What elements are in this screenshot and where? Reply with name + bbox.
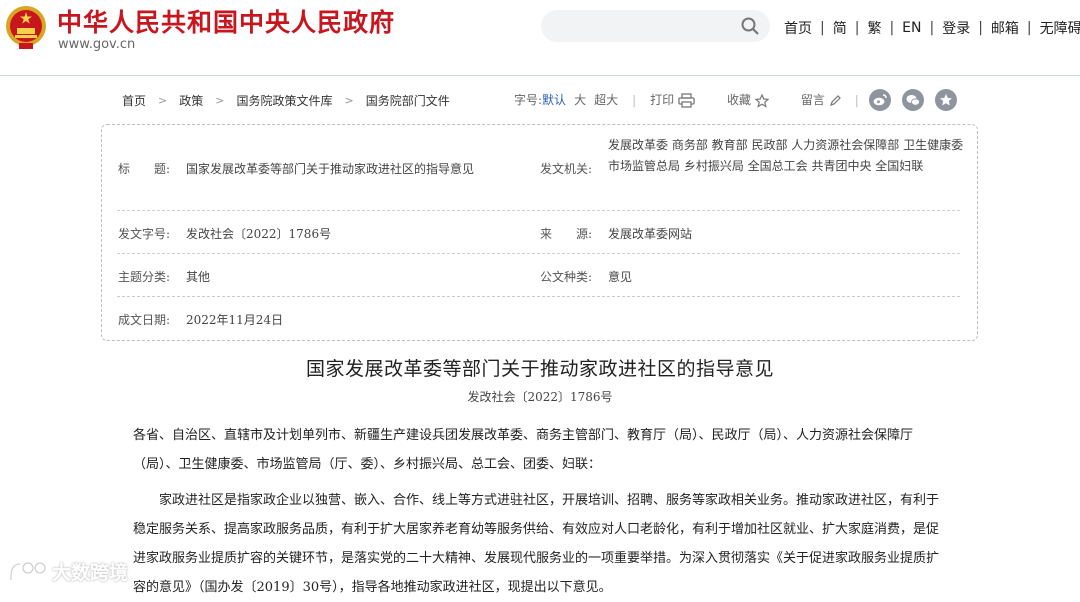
wechat-share-icon[interactable] [902, 89, 924, 111]
row-divider [117, 253, 960, 254]
nav-separator: | [929, 20, 935, 36]
watermark-text: 大数跨境 [52, 562, 129, 584]
chevron-right-icon: > [344, 94, 354, 107]
search-box [541, 10, 770, 42]
print-button[interactable]: 打印 [650, 91, 695, 108]
breadcrumb-home[interactable]: 首页 [122, 92, 146, 109]
favorite-label: 收藏 [727, 93, 752, 107]
watermark: 大数跨境 [8, 558, 148, 588]
nav-home-link[interactable]: 首页 [784, 18, 812, 38]
issuer-value: 发展改革委 商务部 教育部 民政部 人力资源社会保障部 卫生健康委 市场监管总局… [608, 138, 964, 173]
favorite-share-icon[interactable] [935, 89, 957, 111]
nav-accessibility-link[interactable]: 无障碍 [1040, 18, 1080, 38]
nav-separator: | [889, 20, 895, 36]
font-size-default[interactable]: 默认 [542, 91, 566, 108]
topic-label: 主题分类: [118, 270, 171, 284]
title-value: 国家发展改革委等部门关于推动家政进社区的指导意见 [186, 162, 475, 176]
article-toolbar: 字号: 默认 大 超大 | 打印 | 收藏 | 留言 | [514, 91, 873, 108]
site-title[interactable]: 中华人民共和国中央人民政府 [57, 3, 395, 39]
toolbar-divider: | [854, 92, 859, 107]
comment-label: 留言 [800, 93, 825, 107]
weibo-share-icon[interactable] [869, 89, 891, 111]
source-label: 来 源: [540, 227, 593, 241]
font-size-large[interactable]: 大 [574, 91, 586, 108]
star-icon [754, 93, 770, 108]
search-icon[interactable] [740, 16, 760, 36]
row-divider [117, 296, 960, 297]
breadcrumb: 首页 > 政策 > 国务院政策文件库 > 国务院部门文件 [122, 92, 450, 109]
title-label: 标 题: [118, 162, 171, 176]
breadcrumb-department-docs[interactable]: 国务院部门文件 [366, 92, 450, 109]
article-title: 国家发展改革委等部门关于推动家政进社区的指导意见 [305, 358, 774, 380]
search-input[interactable] [555, 16, 739, 38]
nav-separator: | [978, 20, 983, 36]
breadcrumb-policy-library[interactable]: 国务院政策文件库 [236, 92, 332, 109]
nav-separator: | [854, 20, 860, 36]
document-info-panel: 标 题: 国家发展改革委等部门关于推动家政进社区的指导意见 发文机关: 发展改革… [101, 124, 978, 341]
font-size-label: 字号: [514, 93, 543, 107]
chevron-right-icon: > [158, 94, 168, 107]
source-value: 发展改革委网站 [608, 227, 693, 241]
doctype-value: 意见 [608, 270, 633, 284]
nav-separator: | [820, 20, 825, 36]
date-value: 2022年11月24日 [186, 313, 284, 327]
chevron-right-icon: > [215, 94, 225, 107]
site-url: www.gov.cn [58, 37, 136, 52]
docno-value: 发改社会〔2022〕1786号 [186, 227, 332, 241]
issuer-label: 发文机关: [540, 162, 593, 176]
comment-button[interactable]: 留言 [801, 91, 841, 108]
nav-separator: | [1026, 20, 1032, 36]
top-nav: 首页 | 简 | 繁 | EN | 登录 | 邮箱 | 无障碍 [784, 18, 1080, 38]
nav-login-link[interactable]: 登录 [942, 18, 970, 38]
article-addressee: 各省、自治区、直辖市及计划单列市、新疆生产建设兵团发展改革委、商务主管部门、教育… [133, 428, 914, 472]
nav-traditional-link[interactable]: 繁 [867, 18, 881, 38]
nav-mail-link[interactable]: 邮箱 [991, 18, 1019, 38]
article-paragraph: 家政进社区是指家政企业以独营、嵌入、合作、线上等方式进驻社区，开展培训、招聘、服… [133, 493, 940, 595]
row-divider [117, 210, 960, 211]
toolbar-divider: | [632, 92, 637, 107]
favorite-button[interactable]: 收藏 [727, 91, 770, 108]
watermark-logo-icon [9, 561, 47, 581]
print-label: 打印 [650, 93, 675, 107]
topic-value: 其他 [186, 270, 211, 284]
article-doc-number: 发改社会〔2022〕1786号 [467, 390, 613, 404]
font-size-xlarge[interactable]: 超大 [594, 91, 618, 108]
doctype-label: 公文种类: [540, 270, 593, 284]
site-header: 中华人民共和国中央人民政府 www.gov.cn 首页 | 简 | 繁 | EN… [0, 0, 1080, 76]
breadcrumb-policy[interactable]: 政策 [179, 92, 203, 109]
pen-icon [829, 94, 841, 106]
nav-simplified-link[interactable]: 简 [833, 18, 847, 38]
date-label: 成文日期: [118, 313, 171, 327]
docno-label: 发文字号: [118, 227, 171, 241]
nav-english-link[interactable]: EN [902, 20, 921, 36]
national-emblem-icon[interactable] [5, 4, 47, 50]
printer-icon [678, 93, 695, 108]
